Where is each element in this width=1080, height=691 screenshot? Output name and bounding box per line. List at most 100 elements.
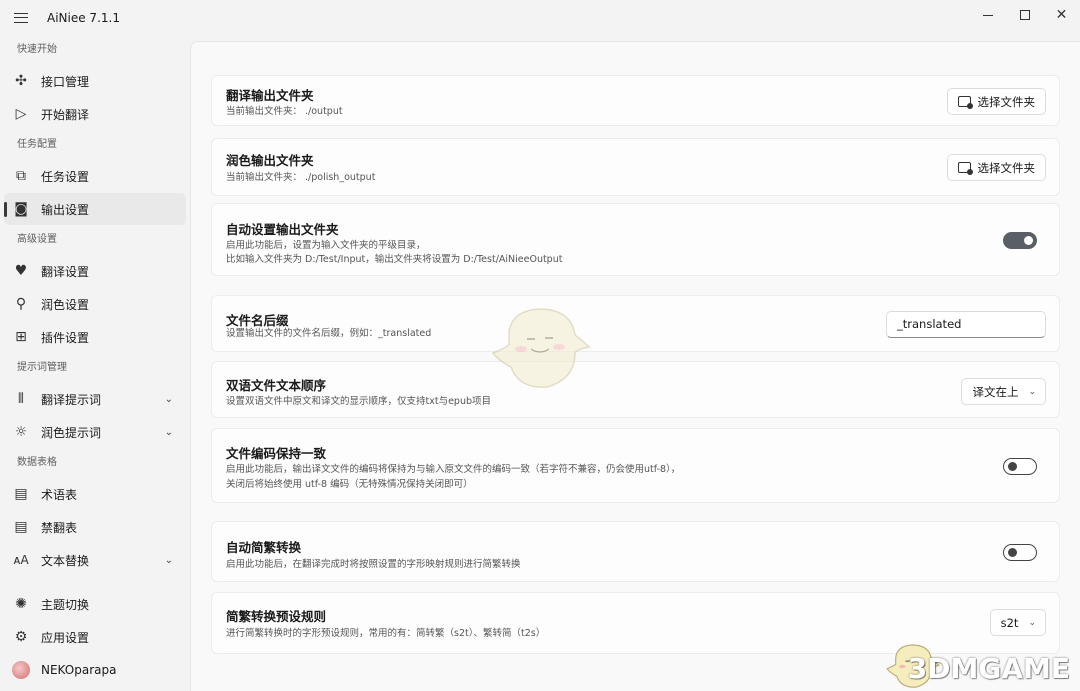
sidebar-item-label: 输出设置 (41, 202, 90, 217)
app-title: AiNiee 7.1.1 (47, 11, 120, 25)
sidebar-item-output-settings[interactable]: ◙ 输出设置 (4, 193, 186, 225)
sidebar-item-label: 插件设置 (41, 330, 90, 345)
convert-preset-select[interactable]: s2t ⌄ (989, 609, 1046, 636)
sidebar-item-label: 润色设置 (41, 297, 90, 312)
button-label: 选择文件夹 (977, 160, 1036, 175)
minimize-button[interactable] (969, 0, 1006, 30)
chevron-down-icon: ⌄ (1028, 386, 1036, 397)
select-folder-button[interactable]: 选择文件夹 (946, 88, 1046, 115)
sidebar-item-theme[interactable]: ✺ 主题切换 (4, 588, 186, 620)
toggle-knob (1024, 236, 1033, 245)
sidebar-item-no-translate[interactable]: ▤ 禁翻表 (4, 511, 186, 543)
watermark-text: 3DMGAME (907, 652, 1070, 685)
sidebar-item-label: 接口管理 (41, 74, 90, 89)
chevron-down-icon: ⌄ (164, 393, 173, 405)
select-value: s2t (1000, 615, 1019, 630)
setting-auto-convert: 自动简繁转换 启用此功能后，在翻译完成时将按照设置的字形映射规则进行简繁转换 (211, 521, 1060, 582)
sidebar-item-label: 开始翻译 (41, 107, 90, 122)
sidebar-group-prompts: 提示词管理 (17, 362, 67, 373)
sidebar-item-text-replace[interactable]: ᴀA 文本替换 ⌄ (4, 544, 186, 576)
sidebar-group-task-config: 任务配置 (17, 139, 57, 150)
setting-keep-encoding: 文件编码保持一致 启用此功能后，输出译文文件的编码将保持为与输入原文文件的编码一… (211, 428, 1060, 503)
setting-title: 简繁转换预设规则 (226, 609, 327, 624)
hamburger-menu-button[interactable] (3, 0, 39, 36)
sidebar-item-start-translation[interactable]: ▷ 开始翻译 (4, 98, 186, 130)
sidebar-group-quickstart: 快速开始 (17, 44, 57, 55)
sidebar-item-polish-prompts[interactable]: ☼ 润色提示词 ⌄ (4, 416, 186, 448)
chevron-down-icon: ⌄ (164, 426, 173, 438)
text-font-icon: ᴀA (13, 553, 29, 567)
folder-icon (957, 96, 973, 109)
book-icon: ▤ (14, 519, 28, 535)
sidebar-item-plugin-settings[interactable]: ⊞ 插件设置 (4, 321, 186, 353)
setting-desc: 启用此功能后，在翻译完成时将按照设置的字形映射规则进行简繁转换 (226, 559, 521, 570)
button-label: 选择文件夹 (977, 94, 1036, 109)
sidebar-item-api-management[interactable]: ✣ 接口管理 (4, 65, 186, 97)
setting-desc-line1: 启用此功能后，设置为输入文件夹的平级目录， (226, 240, 426, 251)
sidebar-item-polish-settings[interactable]: ⚲ 润色设置 (4, 288, 186, 320)
setting-desc: 设置输出文件的文件名后缀，例如：_translated (226, 328, 432, 339)
settings-panel: 翻译输出文件夹 当前输出文件夹： ./output 选择文件夹 润色输出文件夹 … (190, 41, 1080, 691)
sidebar-item-user[interactable]: NEKOparapa (4, 654, 186, 686)
sidebar-item-label: 禁翻表 (41, 520, 78, 535)
sidebar-item-task-settings[interactable]: ⧉ 任务设置 (4, 160, 186, 192)
task-settings-icon: ⧉ (16, 168, 26, 184)
gear-icon: ⚙ (14, 629, 28, 645)
chevron-down-icon: ⌄ (1028, 617, 1036, 628)
heart-note-icon: ♥ (14, 263, 28, 279)
setting-desc-line1: 启用此功能后，输出译文文件的编码将保持为与输入原文文件的编码一致（若字符不兼容，… (226, 464, 681, 475)
close-icon: ✕ (1055, 7, 1068, 23)
bilingual-order-select[interactable]: 译文在上 ⌄ (961, 378, 1046, 405)
close-button[interactable]: ✕ (1043, 0, 1080, 30)
setting-title: 自动设置输出文件夹 (226, 222, 339, 237)
title-bar: AiNiee 7.1.1 ✕ (0, 0, 1080, 36)
setting-title: 文件编码保持一致 (226, 446, 327, 461)
mascot-illustration (491, 308, 591, 388)
auto-output-toggle[interactable] (1003, 232, 1037, 249)
library-icon: ⫴ (18, 391, 24, 407)
sidebar-item-label: 文本替换 (41, 553, 90, 568)
plugin-grid-icon: ⊞ (15, 329, 27, 345)
sidebar-item-label: 翻译设置 (41, 264, 90, 279)
sidebar-group-data-tables: 数据表格 (17, 457, 57, 468)
brush-icon: ⚲ (15, 296, 27, 312)
keep-encoding-toggle[interactable] (1003, 458, 1037, 475)
setting-translate-output: 翻译输出文件夹 当前输出文件夹： ./output 选择文件夹 (211, 75, 1060, 126)
setting-desc: 设置双语文件中原文和译文的显示顺序，仅支持txt与epub项目 (226, 396, 491, 407)
sidebar-item-label: 主题切换 (41, 597, 90, 612)
sun-icon: ✺ (15, 596, 27, 612)
setting-file-suffix: 文件名后缀 设置输出文件的文件名后缀，例如：_translated _trans… (211, 295, 1060, 352)
select-folder-button[interactable]: 选择文件夹 (946, 154, 1046, 181)
auto-convert-toggle[interactable] (1003, 544, 1037, 561)
api-nodes-icon: ✣ (15, 73, 27, 89)
sidebar-item-label: 应用设置 (41, 630, 90, 645)
setting-desc: 进行简繁转换时的字形预设规则，常用的有：简转繁（s2t）、繁转简（t2s） (226, 628, 546, 639)
sidebar: 快速开始 ✣ 接口管理 ▷ 开始翻译 任务配置 ⧉ 任务设置 ◙ 输出设置 高级… (0, 36, 190, 691)
setting-bilingual-order: 双语文件文本顺序 设置双语文件中原文和译文的显示顺序，仅支持txt与epub项目… (211, 361, 1060, 418)
setting-polish-output: 润色输出文件夹 当前输出文件夹： ./polish_output 选择文件夹 (211, 138, 1060, 196)
maximize-button[interactable] (1006, 0, 1043, 30)
file-suffix-input[interactable]: _translated (886, 311, 1046, 338)
sidebar-item-label: 翻译提示词 (41, 392, 102, 407)
avatar (12, 661, 30, 679)
sidebar-item-label: 润色提示词 (41, 425, 102, 440)
setting-desc: 当前输出文件夹： ./output (226, 106, 343, 117)
setting-title: 双语文件文本顺序 (226, 378, 327, 393)
setting-desc: 当前输出文件夹： ./polish_output (226, 172, 376, 183)
sidebar-item-translation-settings[interactable]: ♥ 翻译设置 (4, 255, 186, 287)
sidebar-item-translation-prompts[interactable]: ⫴ 翻译提示词 ⌄ (4, 383, 186, 415)
sidebar-group-advanced: 高级设置 (17, 234, 57, 245)
sidebar-item-app-settings[interactable]: ⚙ 应用设置 (4, 621, 186, 653)
output-settings-icon: ◙ (14, 201, 28, 217)
minimize-icon (982, 14, 993, 16)
hamburger-icon (14, 13, 28, 23)
setting-desc-line2: 关闭后将始终使用 utf-8 编码（无特殊情况保持关闭即可） (226, 479, 473, 490)
maximize-icon (1019, 10, 1030, 20)
folder-icon (957, 162, 973, 175)
book-icon: ▤ (14, 486, 28, 502)
setting-title: 自动简繁转换 (226, 540, 302, 555)
select-value: 译文在上 (972, 384, 1019, 399)
sidebar-item-glossary[interactable]: ▤ 术语表 (4, 478, 186, 510)
window-controls: ✕ (969, 0, 1080, 30)
user-name: NEKOparapa (41, 663, 117, 677)
